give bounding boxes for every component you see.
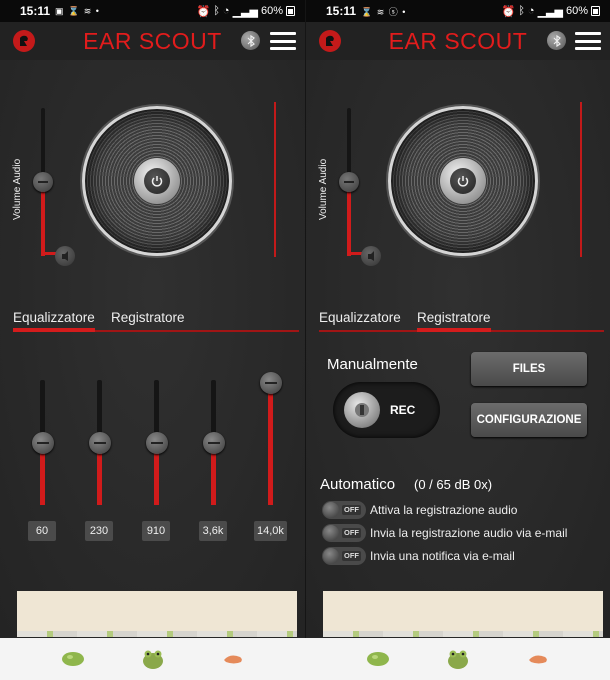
notification-icons: ▣ ⌛ ≋ • bbox=[55, 5, 100, 16]
option-label: Attiva la registrazione audio bbox=[370, 503, 518, 517]
shrimp-nav-icon[interactable] bbox=[219, 646, 247, 672]
frog-nav-icon[interactable] bbox=[139, 646, 167, 672]
bluetooth-status-icon: ᛒ bbox=[518, 5, 525, 17]
status-time: 15:11 bbox=[326, 4, 357, 18]
tab-equalizer[interactable]: Equalizzatore bbox=[319, 310, 401, 328]
alarm-icon: ⏰ bbox=[501, 5, 516, 18]
bottom-nav-right bbox=[305, 638, 610, 680]
option-label: Invia la registrazione audio via e-mail bbox=[370, 526, 568, 540]
shrimp-nav-icon[interactable] bbox=[524, 646, 552, 672]
power-button[interactable] bbox=[440, 158, 486, 204]
mute-icon[interactable] bbox=[361, 246, 381, 266]
signal-icon: ▁▃▅ bbox=[537, 5, 563, 18]
automatic-status: (0 / 65 dB 0x) bbox=[414, 477, 493, 492]
eq-band-label: 230 bbox=[85, 521, 113, 541]
eq-knob[interactable] bbox=[203, 432, 225, 454]
email-notification-toggle[interactable]: OFF bbox=[322, 547, 366, 565]
status-right-group: ⏰ ᛒ ◔ ▁▃▅ 60% bbox=[502, 5, 600, 18]
battery-percent: 60% bbox=[565, 5, 588, 17]
rec-label: REC bbox=[390, 403, 416, 417]
eq-knob[interactable] bbox=[89, 432, 111, 454]
eq-slider[interactable] bbox=[256, 372, 286, 535]
eq-slider[interactable] bbox=[142, 380, 172, 535]
eq-band-label: 910 bbox=[142, 521, 170, 541]
tab-bar: Equalizzatore Registratore bbox=[13, 310, 299, 332]
power-icon bbox=[144, 168, 170, 194]
eq-band-label: 3,6k bbox=[199, 521, 227, 541]
frog-nav-icon[interactable] bbox=[444, 646, 472, 672]
alarm-icon: ⏰ bbox=[196, 5, 211, 18]
tab-bar: Equalizzatore Registratore bbox=[319, 310, 604, 332]
bean-nav-icon[interactable] bbox=[59, 646, 87, 672]
eq-knob[interactable] bbox=[260, 372, 282, 394]
volume-slider-fill bbox=[41, 184, 45, 256]
ad-strip bbox=[323, 631, 603, 637]
power-icon bbox=[450, 168, 476, 194]
volume-label: Volume Audio bbox=[12, 158, 23, 220]
power-button[interactable] bbox=[134, 158, 180, 204]
status-bar: 15:11 ⌛ ≋ ⓢ • ⏰ ᛒ ◔ ▁▃▅ 60% bbox=[306, 0, 610, 22]
bottom-nav-left bbox=[0, 638, 305, 680]
ad-strip bbox=[17, 631, 297, 637]
option-row: OFF Invia la registrazione audio via e-m… bbox=[322, 524, 567, 542]
status-time: 15:11 bbox=[20, 4, 51, 18]
wifi-icon: ◔ bbox=[222, 5, 230, 17]
bluetooth-status-icon: ᛒ bbox=[213, 5, 220, 17]
toggle-state: OFF bbox=[342, 528, 361, 538]
bluetooth-icon[interactable] bbox=[547, 31, 566, 50]
mute-icon[interactable] bbox=[55, 246, 75, 266]
level-meter bbox=[274, 102, 276, 257]
battery-percent: 60% bbox=[260, 5, 283, 17]
rec-knob bbox=[344, 392, 380, 428]
volume-slider-knob[interactable] bbox=[33, 172, 53, 192]
toggle-state: OFF bbox=[342, 505, 361, 515]
eq-band-label: 60 bbox=[28, 521, 56, 541]
automatic-label: Automatico bbox=[320, 476, 396, 493]
files-button[interactable]: FILES bbox=[471, 352, 587, 386]
speaker-grill bbox=[388, 106, 538, 256]
toggle-thumb bbox=[323, 502, 339, 518]
tab-recorder[interactable]: Registratore bbox=[417, 310, 491, 332]
hamburger-menu-icon[interactable] bbox=[575, 32, 601, 50]
eq-slider[interactable] bbox=[199, 380, 229, 535]
bean-nav-icon[interactable] bbox=[364, 646, 392, 672]
record-audio-toggle[interactable]: OFF bbox=[322, 501, 366, 519]
level-meter bbox=[580, 102, 582, 257]
speaker-grill bbox=[82, 106, 232, 256]
app-header: EAR SCOUT bbox=[0, 22, 305, 60]
battery-icon bbox=[286, 6, 295, 16]
signal-icon: ▁▃▅ bbox=[232, 5, 258, 18]
manual-label: Manualmente bbox=[327, 356, 418, 373]
app-header: EAR SCOUT bbox=[306, 22, 610, 60]
left-screen: 15:11 ▣ ⌛ ≋ • ⏰ ᛒ ◔ ▁▃▅ 60% EAR SCOUT Vo… bbox=[0, 0, 305, 680]
eq-knob[interactable] bbox=[32, 432, 54, 454]
status-right-group: ⏰ ᛒ ◔ ▁▃▅ 60% bbox=[197, 5, 295, 18]
volume-slider-fill bbox=[347, 184, 351, 256]
volume-slider-knob[interactable] bbox=[339, 172, 359, 192]
bluetooth-icon[interactable] bbox=[241, 31, 260, 50]
toggle-state: OFF bbox=[342, 551, 361, 561]
option-row: OFF Attiva la registrazione audio bbox=[322, 501, 517, 519]
wifi-icon: ◔ bbox=[527, 5, 535, 17]
hamburger-menu-icon[interactable] bbox=[270, 32, 296, 50]
notification-icons: ⌛ ≋ ⓢ • bbox=[361, 6, 407, 17]
tab-equalizer[interactable]: Equalizzatore bbox=[13, 310, 95, 332]
eq-fill bbox=[268, 392, 273, 505]
eq-band-label: 14,0k bbox=[254, 521, 287, 541]
volume-label: Volume Audio bbox=[318, 158, 329, 220]
email-recording-toggle[interactable]: OFF bbox=[322, 524, 366, 542]
right-screen: 15:11 ⌛ ≋ ⓢ • ⏰ ᛒ ◔ ▁▃▅ 60% EAR SCOUT Vo… bbox=[305, 0, 610, 680]
rec-button[interactable]: REC bbox=[333, 382, 440, 438]
option-row: OFF Invia una notifica via e-mail bbox=[322, 547, 515, 565]
status-bar: 15:11 ▣ ⌛ ≋ • ⏰ ᛒ ◔ ▁▃▅ 60% bbox=[0, 0, 305, 22]
toggle-thumb bbox=[323, 525, 339, 541]
tab-recorder[interactable]: Registratore bbox=[111, 310, 185, 328]
configuration-button[interactable]: CONFIGURAZIONE bbox=[471, 403, 587, 437]
option-label: Invia una notifica via e-mail bbox=[370, 549, 515, 563]
eq-slider[interactable] bbox=[28, 380, 58, 535]
eq-slider[interactable] bbox=[85, 380, 115, 535]
toggle-thumb bbox=[323, 548, 339, 564]
battery-icon bbox=[591, 6, 600, 16]
eq-knob[interactable] bbox=[146, 432, 168, 454]
